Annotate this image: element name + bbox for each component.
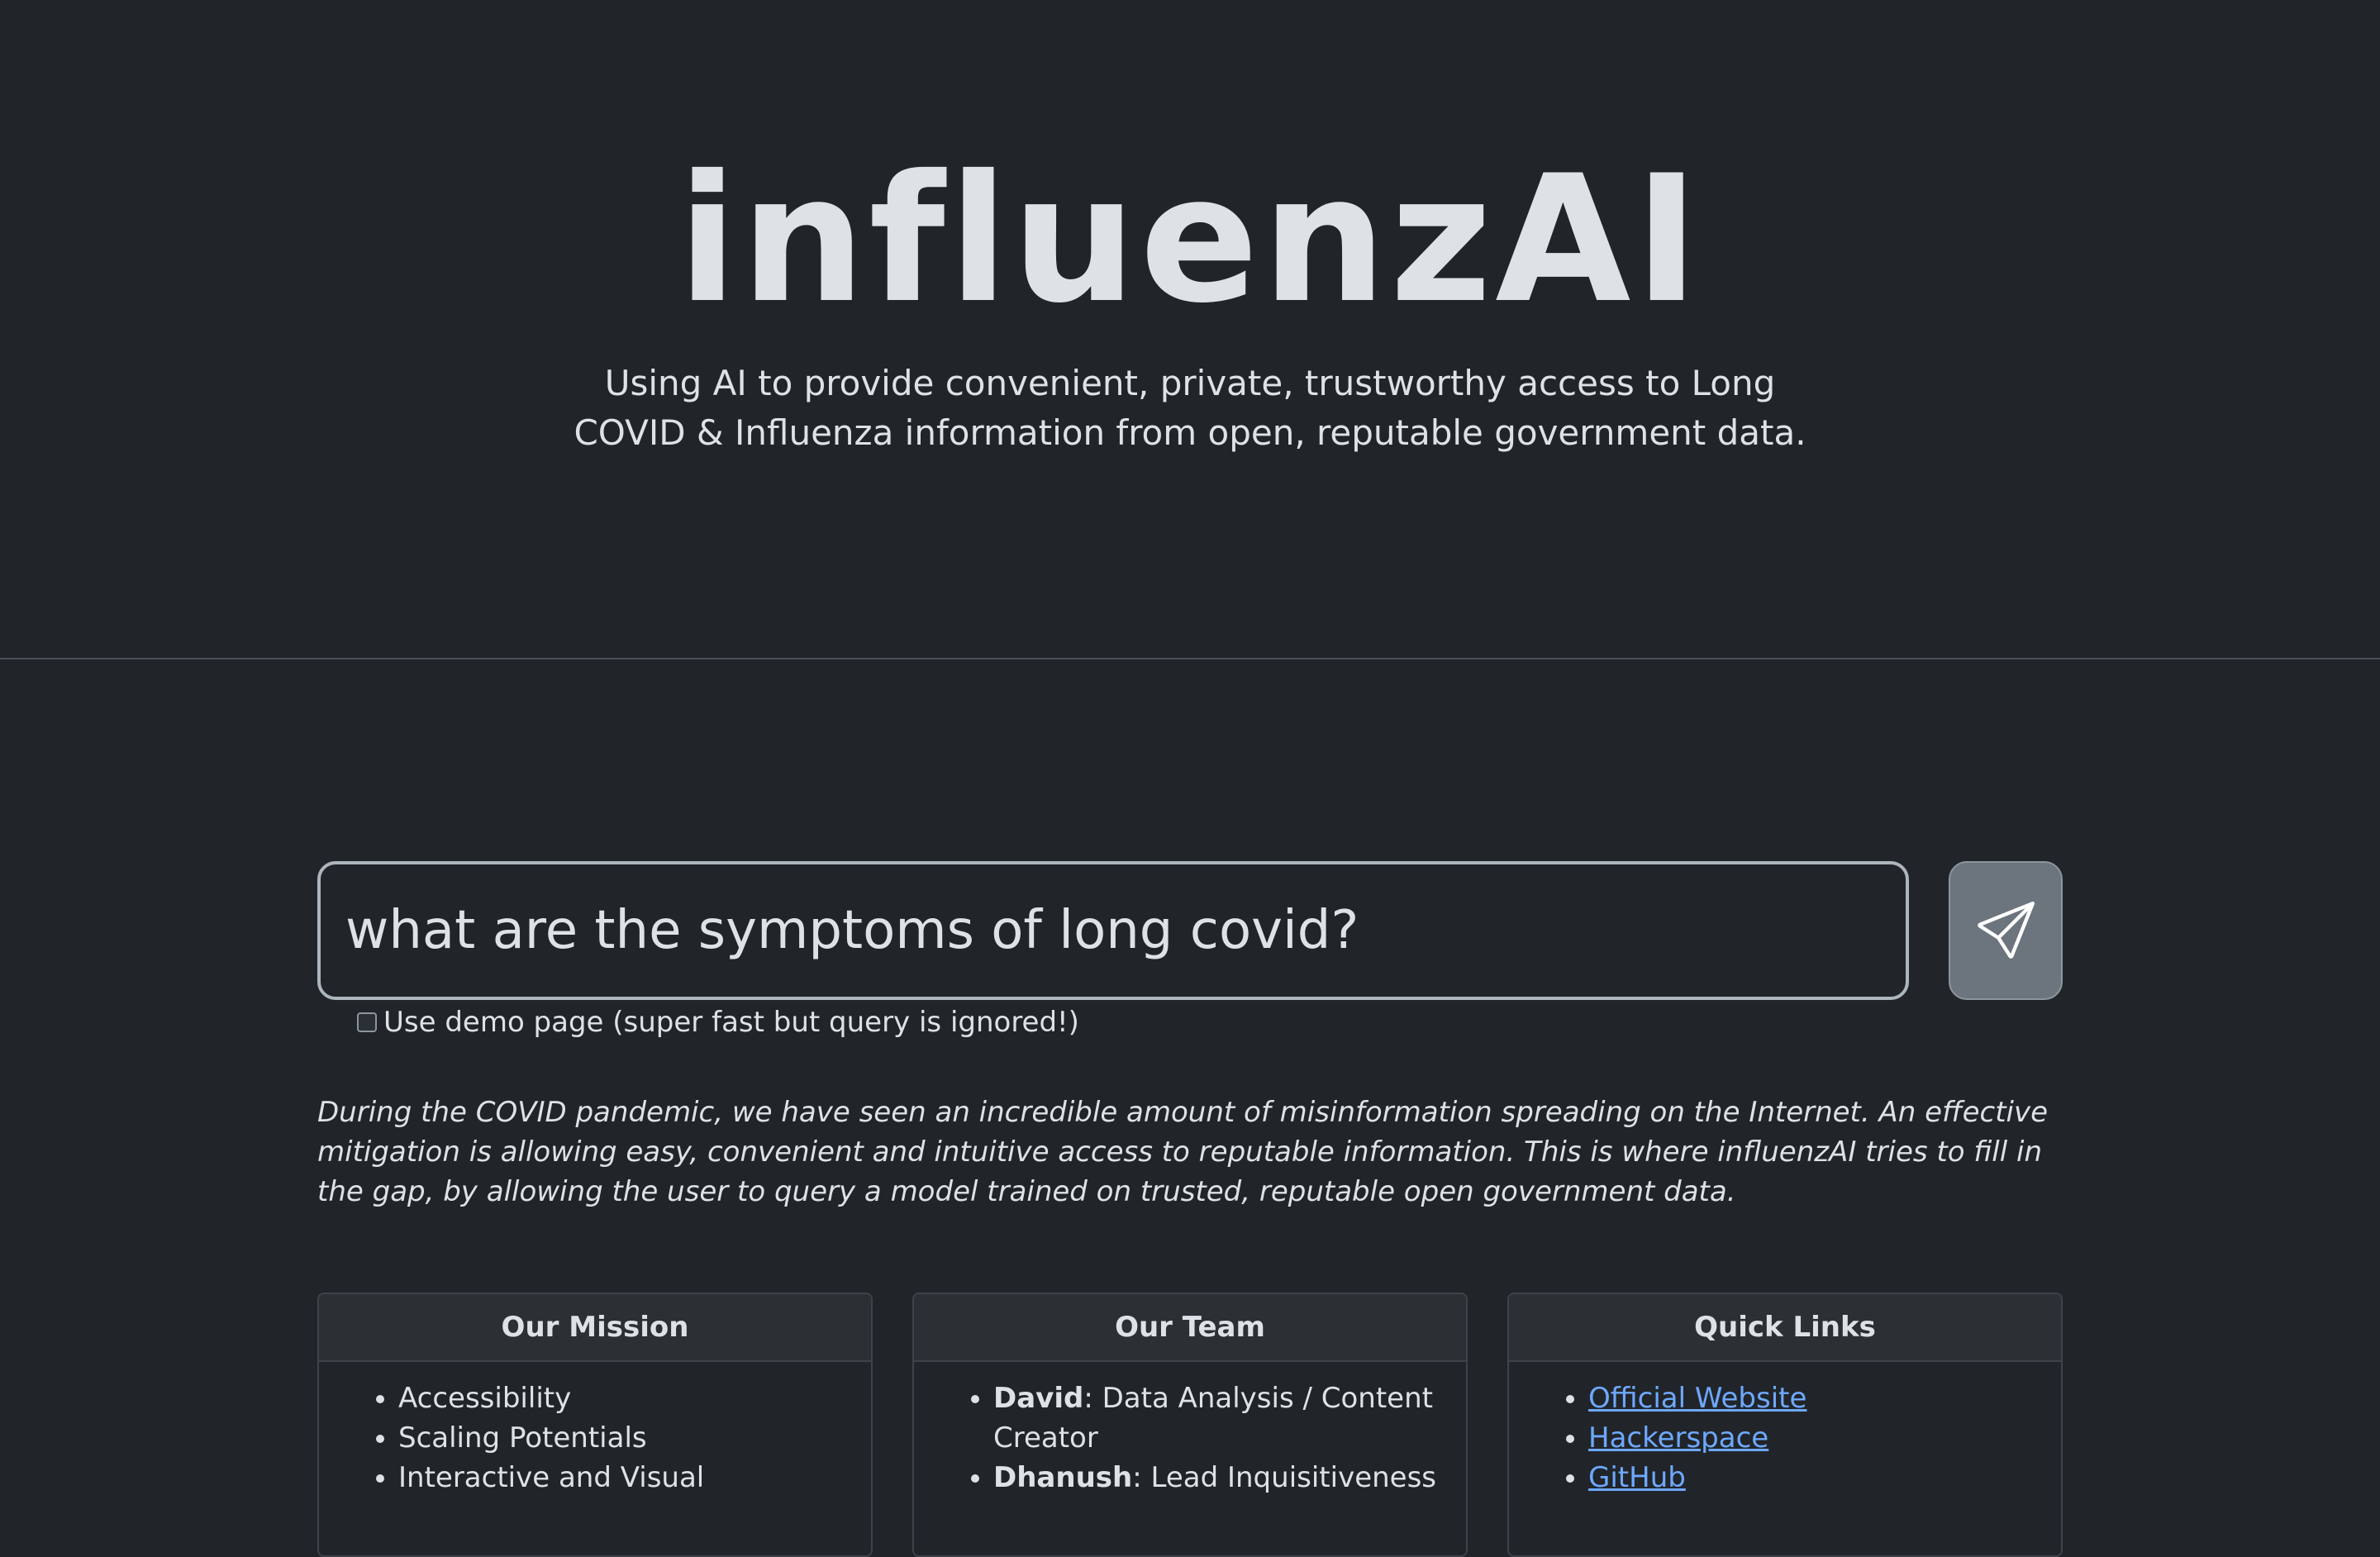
mission-item: Accessibility	[398, 1378, 845, 1418]
demo-label: Use demo page (super fast but query is i…	[383, 1006, 1079, 1039]
demo-checkbox[interactable]	[357, 1012, 377, 1032]
link-item: Hackerspace	[1588, 1418, 2035, 1458]
intro-paragraph: During the COVID pandemic, we have seen …	[317, 1096, 2049, 1208]
mission-card: Our Mission Accessibility Scaling Potent…	[317, 1293, 873, 1557]
github-link[interactable]: GitHub	[1588, 1461, 1686, 1494]
team-list: David: Data Analysis / Content Creator D…	[914, 1362, 1466, 1497]
tagline: Using AI to provide convenient, private,…	[574, 363, 1806, 453]
brand-title: influenzAI	[677, 137, 1703, 341]
team-card: Our Team David: Data Analysis / Content …	[912, 1293, 1468, 1557]
hero-header: influenzAI Using AI to provide convenien…	[0, 0, 2380, 659]
links-list: Official Website Hackerspace GitHub	[1509, 1362, 2061, 1497]
query-box[interactable]	[317, 861, 1909, 1000]
team-member-name: Dhanush	[993, 1461, 1133, 1494]
team-member: Dhanush: Lead Inquisitiveness	[993, 1458, 1440, 1497]
demo-option[interactable]: Use demo page (super fast but query is i…	[357, 1002, 1079, 1043]
team-member-role: : Lead Inquisitiveness	[1132, 1461, 1437, 1494]
link-item: GitHub	[1588, 1458, 2035, 1497]
team-member-name: David	[993, 1382, 1084, 1415]
links-card-title: Quick Links	[1509, 1294, 2061, 1362]
link-item: Official Website	[1588, 1378, 2035, 1418]
send-icon	[1978, 902, 2035, 959]
mission-card-title: Our Mission	[319, 1294, 871, 1362]
hackerspace-link[interactable]: Hackerspace	[1588, 1421, 1768, 1455]
query-input[interactable]	[345, 900, 1881, 961]
mission-list: Accessibility Scaling Potentials Interac…	[319, 1362, 871, 1497]
mission-item: Scaling Potentials	[398, 1418, 845, 1458]
team-card-title: Our Team	[914, 1294, 1466, 1362]
links-card: Quick Links Official Website Hackerspace…	[1507, 1293, 2063, 1557]
official-website-link[interactable]: Official Website	[1588, 1382, 1806, 1415]
team-member: David: Data Analysis / Content Creator	[993, 1378, 1440, 1458]
mission-item: Interactive and Visual	[398, 1458, 845, 1497]
send-button[interactable]	[1949, 861, 2063, 1000]
